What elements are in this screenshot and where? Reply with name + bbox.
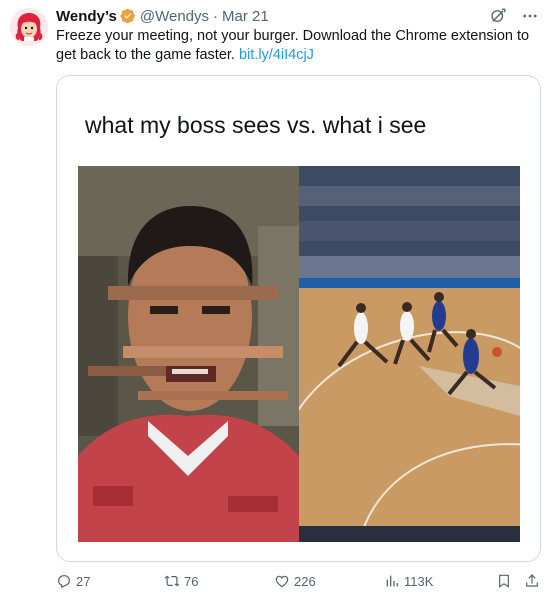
reply-button[interactable]: 27 bbox=[56, 573, 90, 589]
bookmark-button[interactable] bbox=[496, 573, 512, 589]
author-handle[interactable]: @Wendys bbox=[140, 8, 209, 25]
like-count: 226 bbox=[294, 573, 316, 589]
retweet-count: 76 bbox=[184, 573, 199, 589]
grok-icon[interactable] bbox=[489, 7, 507, 25]
views-button[interactable]: 113K bbox=[384, 573, 433, 589]
share-button[interactable] bbox=[524, 573, 540, 589]
glitched-face-photo bbox=[78, 166, 299, 542]
reply-icon bbox=[58, 575, 70, 589]
media-card[interactable]: what my boss sees vs. what i see bbox=[56, 75, 541, 562]
bookmark-icon bbox=[499, 574, 509, 588]
like-button[interactable]: 226 bbox=[274, 573, 316, 589]
tweet-date[interactable]: Mar 21 bbox=[222, 8, 269, 25]
retweet-button[interactable]: 76 bbox=[164, 573, 198, 589]
views-count: 113K bbox=[404, 573, 434, 589]
meme-image[interactable] bbox=[78, 166, 520, 542]
tweet-header: Wendy’s @Wendys · Mar 21 bbox=[56, 6, 539, 26]
action-bar: 27 76 226 113K bbox=[56, 570, 538, 592]
separator-dot: · bbox=[213, 7, 218, 25]
retweet-icon bbox=[164, 575, 180, 587]
wendys-logo-icon bbox=[10, 8, 48, 46]
reply-count: 27 bbox=[76, 573, 91, 589]
like-icon bbox=[275, 575, 289, 588]
tweet-link[interactable]: bit.ly/4iI4cjJ bbox=[239, 47, 314, 63]
avatar[interactable] bbox=[10, 8, 48, 46]
basketball-game-photo bbox=[299, 166, 520, 542]
tweet-text: Freeze your meeting, not your burger. Do… bbox=[56, 27, 536, 65]
verified-badge-icon bbox=[120, 8, 135, 24]
author-name[interactable]: Wendy’s bbox=[56, 8, 117, 25]
more-icon[interactable] bbox=[521, 7, 539, 25]
meme-caption: what my boss sees vs. what i see bbox=[85, 112, 427, 138]
views-icon bbox=[386, 575, 398, 587]
share-icon bbox=[526, 574, 538, 587]
